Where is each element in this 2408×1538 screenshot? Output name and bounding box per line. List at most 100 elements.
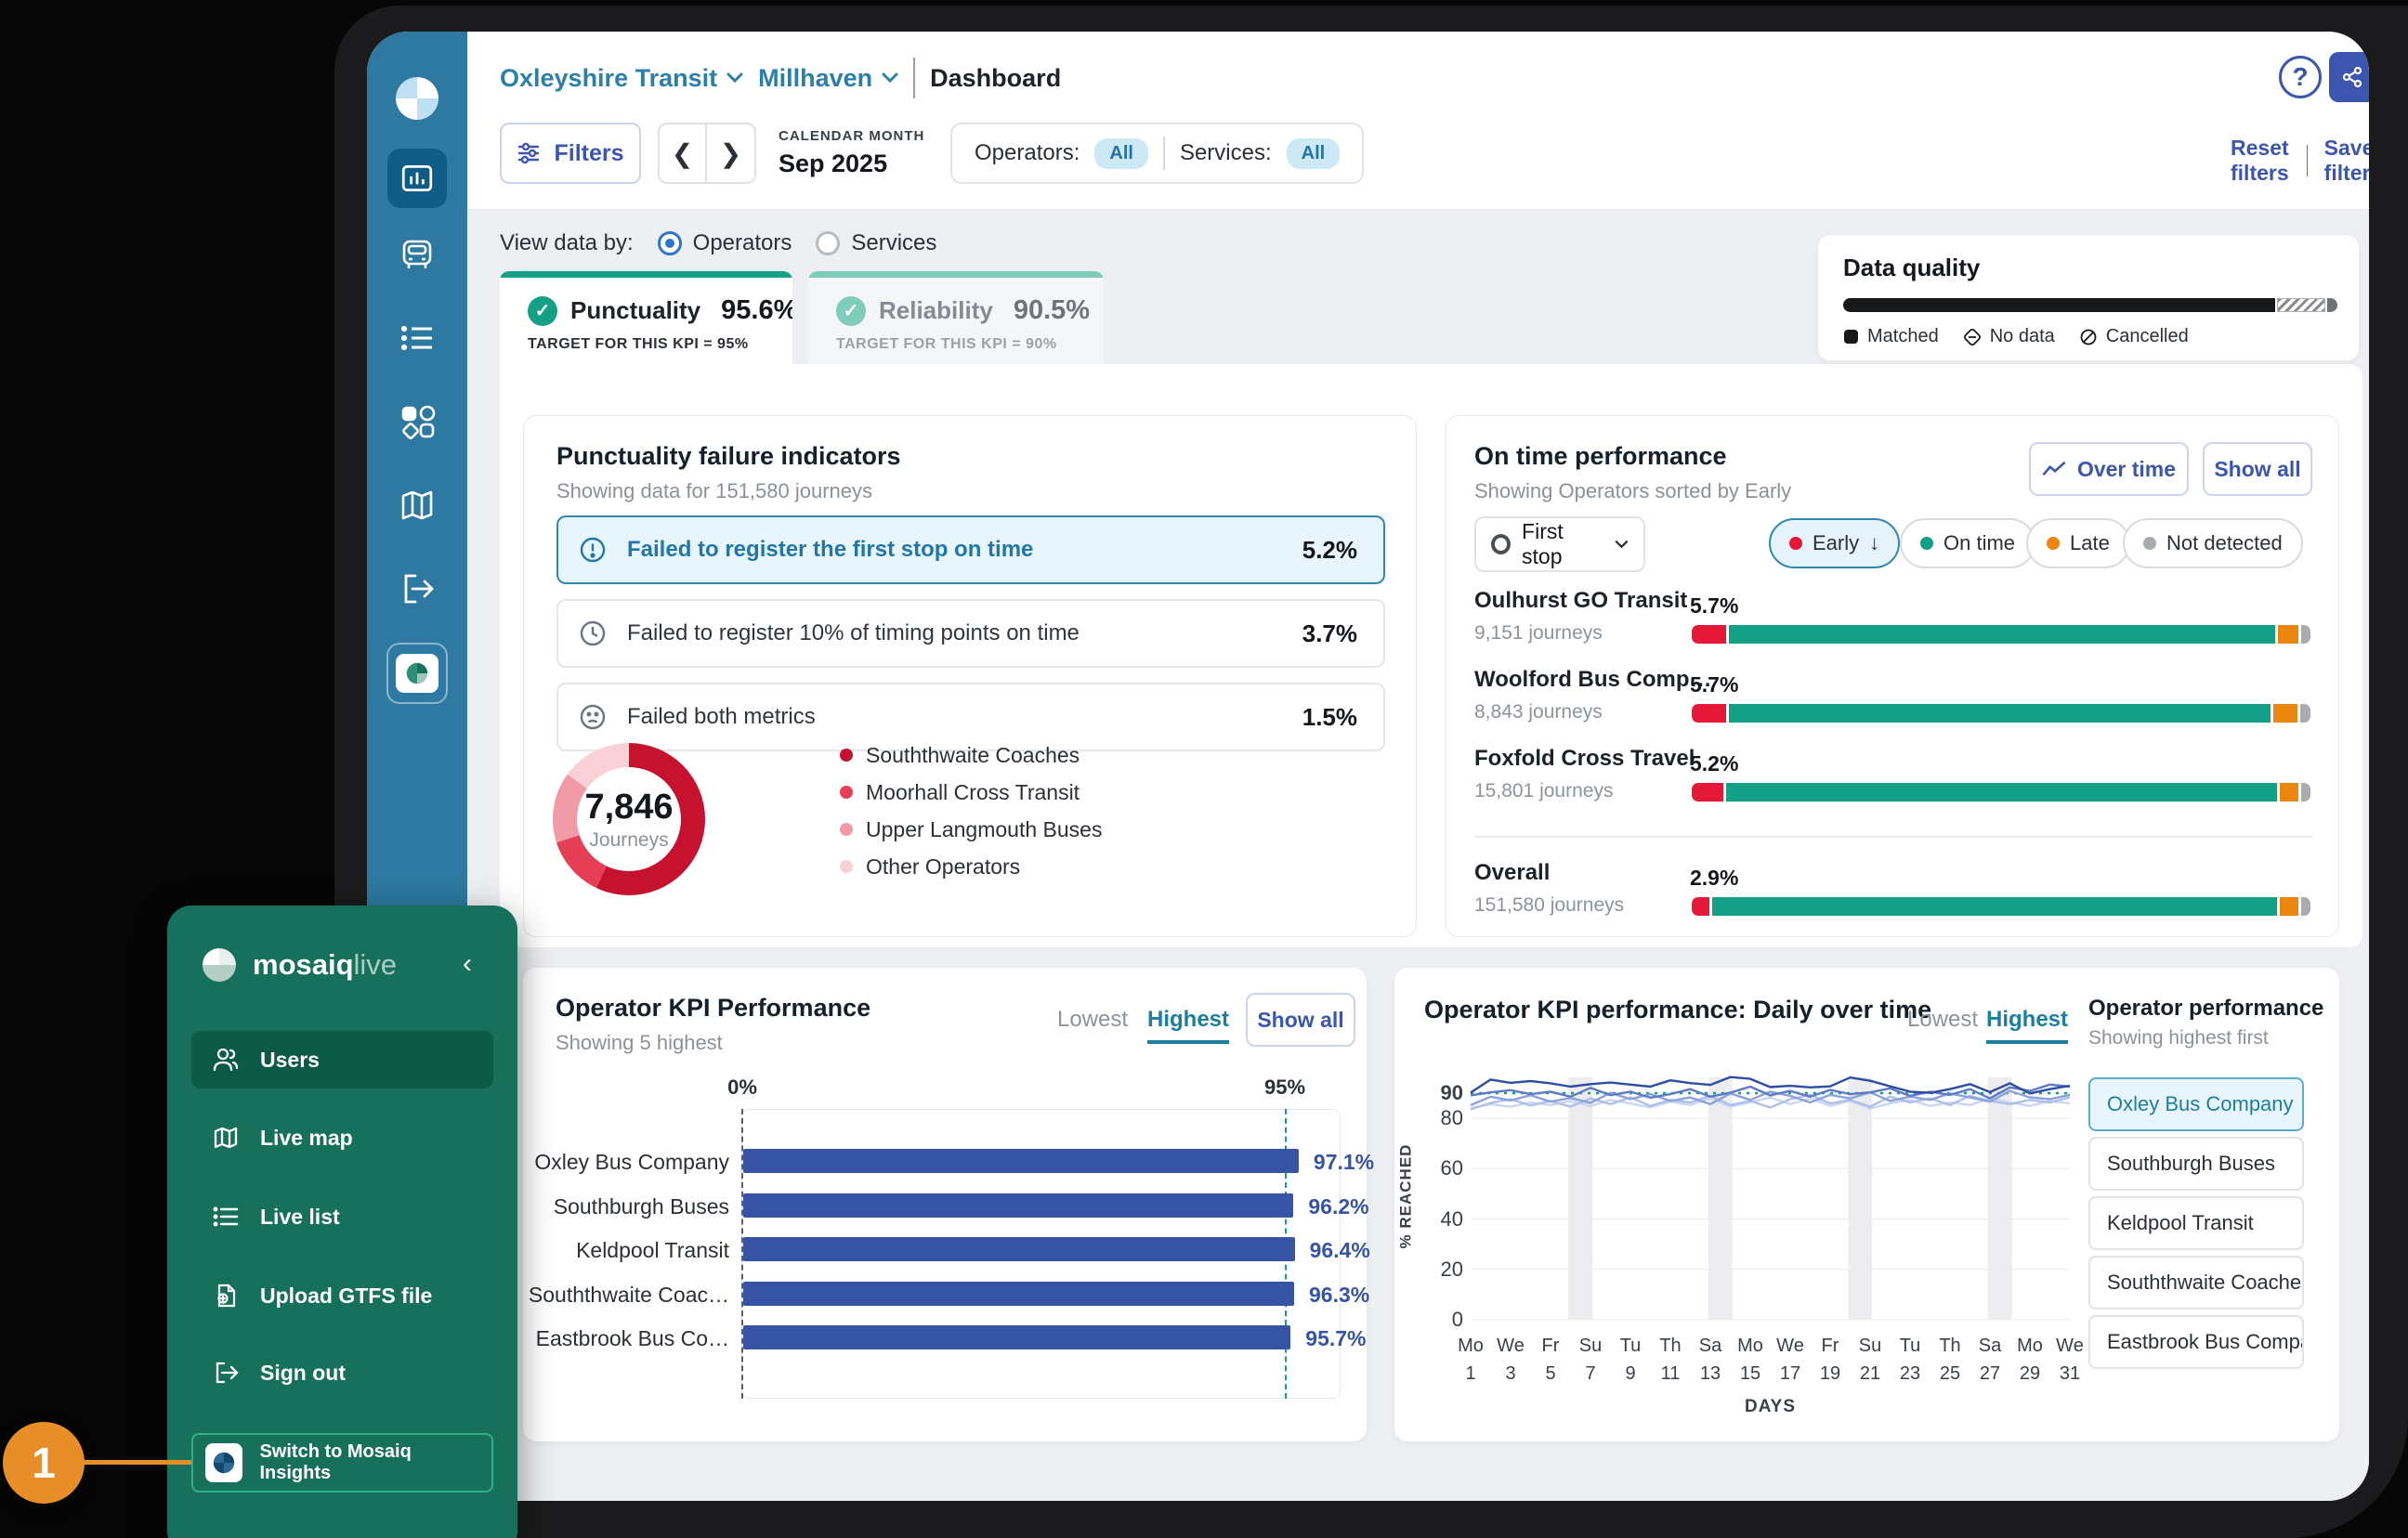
data-quality-title: Data quality [1843,254,1980,282]
chevron-down-icon [1615,540,1629,549]
failure-row-timing-points[interactable]: Failed to register 10% of timing points … [556,599,1385,668]
x-tick-date: 3 [1490,1363,1531,1385]
bar-label: Eastbrook Bus Co… [523,1326,729,1351]
failure-row-first-stop[interactable]: Failed to register the first stop on tim… [556,515,1385,584]
stacked-bar [1692,783,2310,802]
tab-punctuality[interactable]: ✓ Punctuality 95.6% TARGET FOR THIS KPI … [500,271,792,364]
line-chart [1471,1077,2070,1320]
trend-line-icon [2042,461,2066,477]
org-selector[interactable]: Oxleyshire Transit [500,64,743,93]
switch-to-mosaiq-insights-button[interactable]: Switch to Mosaiq Insights [191,1433,493,1492]
breadcrumb: Oxleyshire Transit Millhaven Dashboard [500,54,1061,102]
operators-value-badge: All [1094,138,1148,169]
pill-not-detected[interactable]: Not detected [2123,518,2303,568]
x-tick-day: We [2049,1336,2090,1357]
users-icon [212,1046,240,1074]
pill-on-time[interactable]: On time [1900,518,2035,568]
toggle-lowest[interactable]: Lowest [1057,1007,1128,1033]
card-subtitle: Showing data for 151,580 journeys [556,479,872,503]
menu-item-upload-gtfs[interactable]: Upload GTFS file [191,1267,493,1324]
operator-button-eastbrook[interactable]: Eastbrook Bus Compa… [2088,1315,2304,1369]
x-tick-date: 21 [1850,1363,1891,1385]
mosaiq-logo-icon [393,74,441,123]
sidebar-sign-out-icon[interactable] [397,568,438,609]
alert-circle-icon [579,536,607,564]
bar-value: 96.2% [1308,1194,1368,1219]
tab-accent [808,271,1104,278]
show-all-button[interactable]: Show all [1246,993,1355,1047]
show-all-button[interactable]: Show all [2203,442,2312,496]
reset-filters-link[interactable]: Reset filters [2231,136,2290,186]
operator-button-southburgh[interactable]: Southburgh Buses [2088,1137,2304,1191]
toggle-highest[interactable]: Highest [1147,1007,1229,1044]
next-month-button[interactable]: ❯ [707,124,754,182]
card-subtitle: Showing Operators sorted by Early [1474,479,1791,503]
operator-performance-subtitle: Showing highest first [2088,1027,2269,1049]
sidebar-item-dashboard[interactable] [387,149,447,208]
mosaiq-live-menu: mosaiqlive ‹ Users Live map Live list [167,906,517,1538]
x-tick-day: Fr [1810,1336,1851,1357]
daily-over-time-card: Operator KPI performance: Daily over tim… [1394,968,2339,1441]
toggle-highest[interactable]: Highest [1986,1007,2068,1044]
sidebar-app-switch[interactable] [386,643,448,704]
legend-cancelled: Cancelled [2079,326,2189,347]
app-window: Oxleyshire Transit Millhaven Dashboard ?… [367,32,2369,1501]
sidebar-item-map[interactable] [397,485,438,526]
sidebar-item-vehicles[interactable] [397,234,438,275]
tab-reliability[interactable]: ✓ Reliability 90.5% TARGET FOR THIS KPI … [808,271,1104,364]
sidebar-item-list[interactable] [397,318,438,358]
operator-kpi-card: Operator KPI Performance Showing 5 highe… [523,968,1367,1441]
bar [743,1193,1293,1218]
menu-item-live-list[interactable]: Live list [191,1188,493,1245]
pill-early[interactable]: Early↓ [1769,518,1900,568]
menu-item-users[interactable]: Users [191,1031,493,1088]
x-tick-day: Su [1850,1336,1891,1357]
donut-legend: Souththwaite Coaches Moorhall Cross Tran… [840,736,1102,885]
save-filters-link[interactable]: Save filters [2324,136,2369,186]
pill-late[interactable]: Late [2026,518,2130,568]
operator-button-keldpool[interactable]: Keldpool Transit [2088,1196,2304,1250]
legend-no-data: No data [1963,326,2055,347]
collapse-menu-button[interactable]: ‹ [463,948,472,980]
donut-total: 7,846 [584,788,673,828]
x-tick-day: Th [1650,1336,1691,1357]
cancelled-icon [2079,328,2098,346]
help-button[interactable]: ? [2279,56,2322,98]
operator-performance-title: Operator performance [2088,996,2323,1022]
x-tick-date: 9 [1610,1363,1651,1385]
y-tick: 20 [1441,1258,1463,1282]
x-tick-date: 5 [1530,1363,1571,1385]
card-title: Operator KPI Performance [556,994,870,1023]
sidebar-item-widgets[interactable] [397,401,438,442]
y-tick: 60 [1441,1156,1463,1180]
x-tick-day: Tu [1610,1336,1651,1357]
frown-face-icon [579,703,607,731]
operator-button-souththwaite[interactable]: Souththwaite Coaches [2088,1256,2304,1310]
first-stop-dropdown[interactable]: First stop [1474,516,1645,572]
card-title: Operator KPI performance: Daily over tim… [1424,996,1931,1024]
y-tick: 40 [1441,1207,1463,1232]
radio-operators[interactable]: Operators [658,230,792,256]
toggle-lowest[interactable]: Lowest [1907,1007,1978,1033]
axis-zero-label: 0% [719,1075,766,1100]
top-header: Oxleyshire Transit Millhaven Dashboard ?… [467,32,2369,210]
over-time-button[interactable]: Over time [2029,442,2189,496]
region-selector[interactable]: Millhaven [758,64,898,93]
legend-item: Souththwaite Coaches [840,736,1102,774]
radio-services[interactable]: Services [816,230,936,256]
otp-row: Oulhurst GO Transit 9,151 journeys 5.7% [1474,588,2312,655]
share-button[interactable]: Share [2329,52,2369,102]
operator-button-oxley[interactable]: Oxley Bus Company [2088,1077,2304,1131]
prev-month-button[interactable]: ❮ [660,124,707,182]
scope-filters[interactable]: Operators: All Services: All [950,123,1364,184]
dashboard-chart-icon [399,161,435,196]
menu-item-live-map[interactable]: Live map [191,1109,493,1167]
menu-item-sign-out[interactable]: Sign out [191,1344,493,1401]
sign-out-icon [212,1359,240,1387]
filters-button[interactable]: Filters [500,123,641,184]
mosaiq-insights-icon [205,1443,242,1482]
clock-icon [579,619,607,647]
x-tick-day: Tu [1890,1336,1930,1357]
check-circle-icon: ✓ [528,296,557,326]
bar [743,1149,1299,1173]
